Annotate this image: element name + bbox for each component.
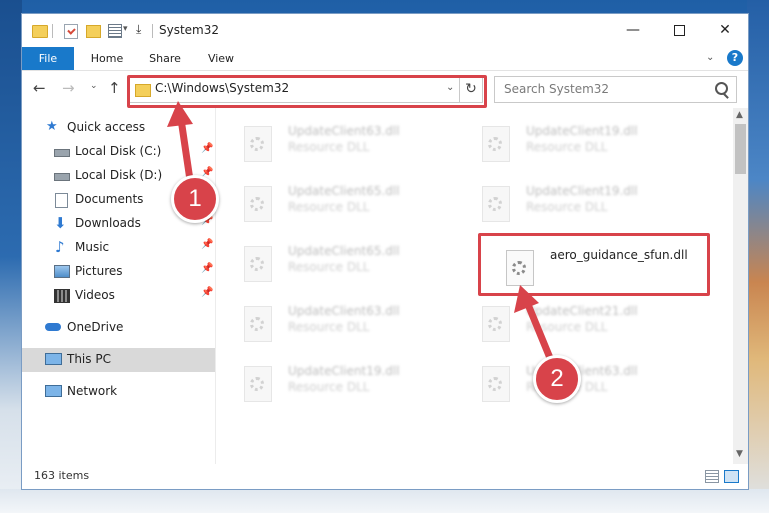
step-badge-2: 2 bbox=[533, 355, 581, 403]
arrow-to-file bbox=[514, 285, 554, 362]
annotation-arrows bbox=[167, 101, 554, 362]
step-badge-1: 1 bbox=[171, 175, 219, 223]
arrow-to-address-bar bbox=[167, 101, 194, 184]
